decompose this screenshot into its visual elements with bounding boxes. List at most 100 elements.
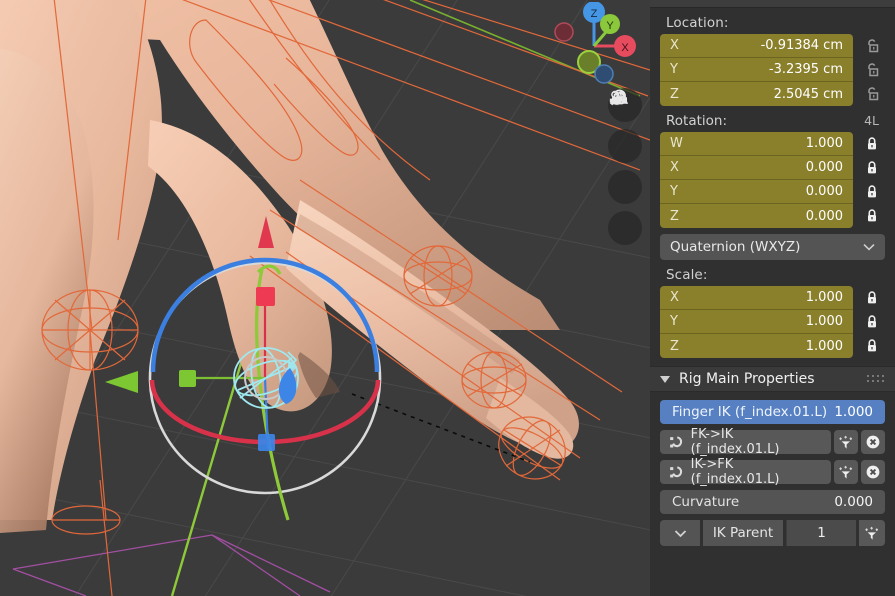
scale-y-axis: Y [670, 314, 678, 329]
scale-lock-column [859, 286, 885, 358]
scale-y-lock-button[interactable] [859, 310, 885, 334]
rotation-z-field[interactable]: Z 0.000 [660, 204, 853, 228]
location-x-value: -0.91384 cm [760, 38, 843, 53]
rotation-mode-value: Quaternion (WXYZ) [670, 239, 801, 255]
projection-toggle-button[interactable] [608, 92, 642, 245]
curvature-label: Curvature [672, 494, 740, 510]
lock-closed-icon [868, 315, 876, 328]
view-navigation-gizmo[interactable]: Z Y X [546, 2, 642, 90]
rotation-fields: W 1.000 X 0.000 Y 0.000 Z 0.000 [660, 132, 853, 228]
ik-to-fk-clear-button[interactable] [861, 460, 885, 484]
rotation-x-value: 0.000 [805, 160, 843, 175]
fk-to-ik-keyframe-button[interactable] [834, 430, 858, 454]
unlock-icon [868, 39, 879, 53]
panel-grip-icon[interactable] [867, 375, 885, 383]
camera-view-button[interactable] [608, 90, 642, 204]
nav-axis-z-label: Z [591, 8, 598, 20]
rotation-label: Rotation: [666, 113, 728, 129]
viewport-tool-buttons [608, 88, 642, 245]
rotation-section: Rotation: 4L W 1.000 X 0.000 Y 0.000 Z 0… [650, 106, 895, 260]
chevron-down-icon [863, 244, 875, 251]
scale-x-field[interactable]: X 1.000 [660, 286, 853, 310]
scale-z-axis: Z [670, 338, 679, 354]
unlock-icon [868, 87, 879, 101]
rotation-z-value: 0.000 [805, 208, 843, 224]
ik-to-fk-button[interactable]: IK->FK (f_index.01.L) [660, 457, 831, 487]
blender-window: Z Y X Location: X -0.91384 cm Y -3.2395 … [0, 0, 895, 596]
scale-z-value: 1.000 [805, 338, 843, 354]
location-label: Location: [666, 15, 729, 31]
lock-closed-icon [868, 209, 876, 222]
location-x-field[interactable]: X -0.91384 cm [660, 34, 853, 58]
clear-x-icon [866, 435, 880, 449]
nav-axis-y-label: Y [606, 20, 614, 32]
ik-parent-value-field[interactable]: 1 [786, 520, 856, 546]
ik-parent-row: IK Parent 1 [660, 520, 885, 546]
lock-closed-icon [868, 161, 876, 174]
rotation-mode-dropdown[interactable]: Quaternion (WXYZ) [660, 234, 885, 260]
rig-main-properties-header[interactable]: Rig Main Properties [650, 366, 895, 392]
location-fields: X -0.91384 cm Y -3.2395 cm Z 2.5045 cm [660, 34, 853, 106]
location-x-axis: X [670, 38, 679, 53]
nav-axis-neg-x[interactable] [554, 22, 574, 42]
location-x-unlock-button[interactable] [859, 34, 885, 58]
clear-x-icon [866, 465, 880, 479]
chevron-down-icon [674, 529, 686, 537]
3d-viewport[interactable]: Z Y X [0, 0, 650, 596]
rotation-w-field[interactable]: W 1.000 [660, 132, 853, 156]
scale-y-field[interactable]: Y 1.000 [660, 310, 853, 334]
rotation-y-lock-button[interactable] [859, 180, 885, 204]
curvature-value: 0.000 [834, 494, 873, 510]
rotation-w-axis: W [670, 136, 683, 151]
location-y-axis: Y [670, 62, 678, 77]
transform-panel-header-cutoff[interactable] [650, 0, 895, 8]
add-keyframe-icon [839, 435, 853, 449]
rotation-x-axis: X [670, 160, 679, 175]
rotation-w-value: 1.000 [805, 136, 843, 151]
location-z-value: 2.5045 cm [773, 86, 843, 102]
location-z-axis: Z [670, 86, 679, 102]
scale-fields: X 1.000 Y 1.000 Z 1.000 [660, 286, 853, 358]
add-keyframe-icon [839, 465, 853, 479]
scale-x-lock-button[interactable] [859, 286, 885, 310]
location-y-field[interactable]: Y -3.2395 cm [660, 58, 853, 82]
fk-to-ik-button[interactable]: FK->IK (f_index.01.L) [660, 427, 831, 457]
scale-y-value: 1.000 [805, 314, 843, 329]
fk-to-ik-label: FK->IK (f_index.01.L) [690, 427, 780, 457]
location-z-field[interactable]: Z 2.5045 cm [660, 82, 853, 106]
location-y-unlock-button[interactable] [859, 58, 885, 82]
grid-perspective-icon [609, 92, 629, 104]
finger-ik-slider[interactable]: Finger IK (f_index.01.L) 1.000 [660, 400, 885, 424]
scale-section: Scale: X 1.000 Y 1.000 Z 1.000 [650, 260, 895, 358]
finger-ik-value: 1.000 [834, 404, 873, 420]
location-section: Location: X -0.91384 cm Y -3.2395 cm Z 2… [650, 8, 895, 106]
location-lock-column [859, 34, 885, 106]
ik-parent-label-button[interactable]: IK Parent [703, 520, 783, 546]
scale-z-lock-button[interactable] [859, 334, 885, 358]
rotation-count-label: 4L [864, 113, 879, 128]
ik-to-fk-keyframe-button[interactable] [834, 460, 858, 484]
rotation-y-field[interactable]: Y 0.000 [660, 180, 853, 204]
pan-tool-button[interactable] [608, 91, 642, 163]
properties-sidebar: Location: X -0.91384 cm Y -3.2395 cm Z 2… [650, 0, 895, 596]
rotation-w-lock-button[interactable] [859, 132, 885, 156]
lock-closed-icon [868, 137, 876, 150]
finger-ik-label: Finger IK (f_index.01.L) [672, 404, 828, 420]
rotation-z-axis: Z [670, 208, 679, 224]
location-z-unlock-button[interactable] [859, 82, 885, 106]
fk-to-ik-clear-button[interactable] [861, 430, 885, 454]
ik-parent-keyframe-button[interactable] [859, 520, 885, 546]
rotation-x-field[interactable]: X 0.000 [660, 156, 853, 180]
lock-closed-icon [868, 339, 876, 352]
rotation-x-lock-button[interactable] [859, 156, 885, 180]
fk-to-ik-row: FK->IK (f_index.01.L) [660, 427, 885, 457]
rotation-z-lock-button[interactable] [859, 204, 885, 228]
ik-parent-expand-button[interactable] [660, 520, 700, 546]
panel-collapse-triangle-icon [660, 375, 670, 383]
scale-z-field[interactable]: Z 1.000 [660, 334, 853, 358]
nav-axis-neg-z[interactable] [594, 64, 614, 84]
rotation-lock-column [859, 132, 885, 228]
curvature-field[interactable]: Curvature 0.000 [660, 490, 885, 514]
rotation-y-axis: Y [670, 184, 678, 199]
snap-magnet-icon [670, 435, 683, 447]
